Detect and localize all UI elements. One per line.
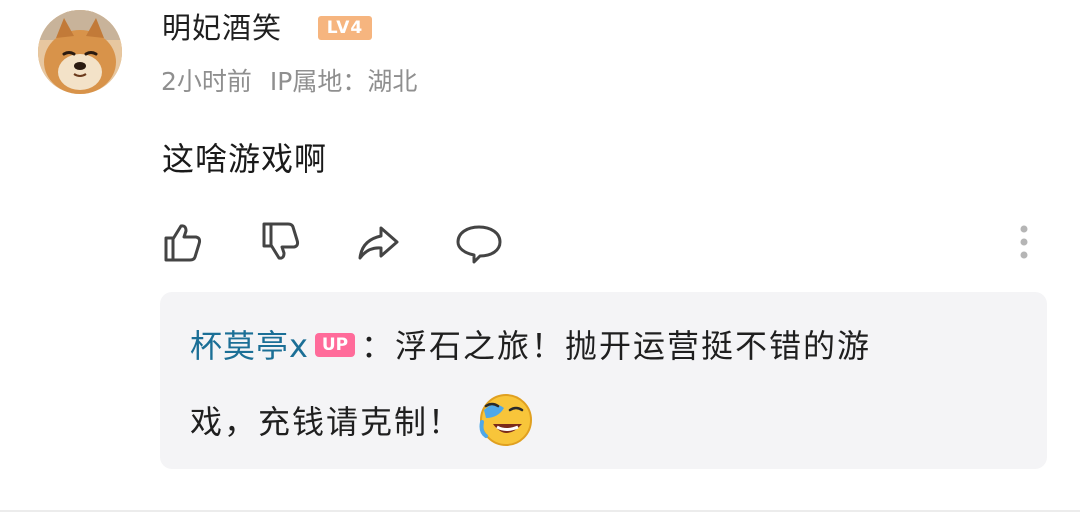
reply-preview[interactable]: 杯莫亭x UP ：浮石之旅！抛开运营挺不错的游 戏，充钱请克制！ (160, 292, 1047, 469)
comment-username[interactable]: 明妃酒笑 (162, 6, 282, 50)
more-options-button[interactable] (1004, 220, 1044, 264)
reply-text-1: ：浮石之旅！抛开运营挺不错的游 (360, 327, 871, 365)
reply-icon (456, 225, 502, 264)
reply-username[interactable]: 杯莫亭x (190, 327, 309, 365)
laughing-cry-emoji-icon (479, 394, 533, 446)
reply-line-2: 戏，充钱请克制！ (190, 392, 534, 456)
divider (0, 510, 1080, 512)
like-button[interactable] (158, 218, 206, 266)
comment-text: 这啥游戏啊 (162, 140, 328, 178)
share-button[interactable] (354, 218, 402, 266)
reply-line-1: 杯莫亭x UP ：浮石之旅！抛开运营挺不错的游 (190, 322, 871, 370)
avatar[interactable] (38, 10, 122, 94)
shiba-avatar-image (38, 10, 122, 94)
up-badge: UP (314, 333, 355, 357)
reply-button[interactable] (455, 218, 503, 266)
comment-meta: 2小时前 IP属地：湖北 (161, 62, 417, 102)
dislike-button[interactable] (256, 218, 304, 266)
thumbs-down-icon (262, 222, 300, 260)
ip-location: IP属地：湖北 (269, 67, 418, 96)
thumbs-up-icon (164, 224, 202, 262)
comment-time: 2小时前 (161, 67, 252, 96)
more-icon (1020, 225, 1028, 259)
level-badge: LV4 (318, 16, 372, 40)
share-icon (358, 226, 399, 260)
reply-text-2: 戏，充钱请克制！ (190, 403, 463, 441)
comment-actions (0, 214, 1080, 270)
